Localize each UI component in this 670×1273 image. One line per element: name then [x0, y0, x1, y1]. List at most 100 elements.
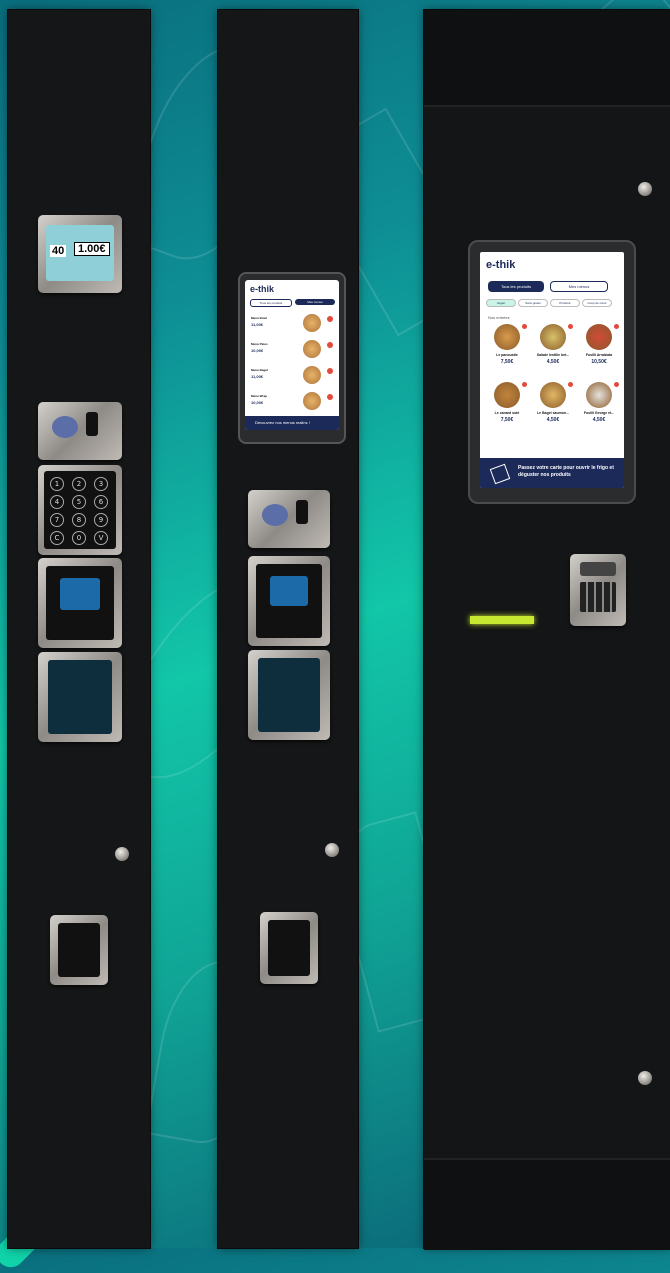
favorite-icon[interactable]: [568, 324, 573, 329]
keypad-key[interactable]: 0: [72, 531, 86, 545]
product-image[interactable]: [540, 324, 566, 350]
product-image[interactable]: [494, 382, 520, 408]
favorite-icon[interactable]: [568, 382, 573, 387]
add-item-icon[interactable]: [327, 342, 333, 348]
menu-item-image[interactable]: [303, 392, 321, 410]
keypad-key[interactable]: V: [94, 531, 108, 545]
favorite-icon[interactable]: [522, 324, 527, 329]
keypad-key[interactable]: 5: [72, 495, 86, 509]
keypad-key[interactable]: 6: [94, 495, 108, 509]
terminal-keys: [580, 582, 616, 612]
add-item-icon[interactable]: [327, 368, 333, 374]
filter-chip[interactable]: Coup de cœur: [582, 299, 612, 307]
favorite-icon[interactable]: [614, 324, 619, 329]
menu-item-name: Menu Bagel: [251, 368, 268, 372]
menu-item-price: 10,00€: [251, 400, 264, 405]
product-name: Salade lentille bet...: [536, 353, 570, 357]
menu-item-image[interactable]: [303, 340, 321, 358]
right-touch-screen-bezel: e-thik Tous les produits Mes menus Vegan…: [468, 240, 636, 504]
section-title: Nos entrées: [488, 315, 510, 320]
payment-terminal-left[interactable]: [38, 558, 122, 648]
keypad-panel: 123 456 789 C0V: [38, 465, 122, 555]
card-reader-slot-middle[interactable]: [248, 490, 330, 548]
favorite-icon[interactable]: [614, 382, 619, 387]
terminal-screen-right: [580, 562, 616, 576]
coin-display-panel: 40 1.00€: [38, 215, 122, 293]
keypad-key[interactable]: 2: [72, 477, 86, 491]
coin-display-screen: 40 1.00€: [46, 225, 114, 281]
product-name: Fusilli George et...: [583, 411, 615, 415]
menu-item-image[interactable]: [303, 314, 321, 332]
middle-screen-footer: Découvrez nos menus malins !: [245, 416, 339, 430]
terminal-screen-left: [60, 578, 100, 610]
display-count: 40: [50, 245, 67, 257]
product-price: 7,50€: [500, 359, 514, 365]
lock-icon[interactable]: [115, 847, 129, 861]
cabinet-bottom-band: [424, 1158, 670, 1250]
right-touch-screen[interactable]: e-thik Tous les produits Mes menus Vegan…: [480, 252, 624, 488]
product-name: Fusilli Arrabiata: [585, 353, 613, 357]
product-price: 10,50€: [591, 359, 607, 365]
middle-touch-screen[interactable]: e-thik Tous les produits Mes menus Menu …: [245, 280, 339, 430]
middle-footer-text: Découvrez nos menus malins !: [255, 420, 310, 425]
contactless-pad-left[interactable]: [38, 652, 122, 742]
menu-item-name: Menu Bowl: [251, 316, 267, 320]
payment-terminal-middle[interactable]: [248, 556, 330, 646]
right-screen-footer: Passez votre carte pour ouvrir le frigo …: [480, 458, 624, 488]
menu-item-price: 11,00€: [251, 374, 264, 379]
filter-chip[interactable]: Protéiné: [550, 299, 580, 307]
middle-touch-screen-bezel: e-thik Tous les produits Mes menus Menu …: [238, 272, 346, 444]
card-icon: [52, 416, 78, 438]
product-name: Le panoustie: [496, 353, 518, 357]
product-image[interactable]: [494, 324, 520, 350]
tab-all-products[interactable]: Tous les produits: [488, 281, 544, 292]
filter-chip[interactable]: Sans gluten: [518, 299, 548, 307]
card-reader-slot[interactable]: [38, 402, 122, 460]
keypad-key[interactable]: 3: [94, 477, 108, 491]
card-swipe-icon: [489, 463, 511, 485]
favorite-icon[interactable]: [522, 382, 527, 387]
lock-icon[interactable]: [325, 843, 339, 857]
brand-logo: e-thik: [486, 259, 516, 271]
product-image[interactable]: [540, 382, 566, 408]
left-vending-pillar: 40 1.00€ 123 456 789 C0V: [8, 10, 150, 1248]
menu-item-name: Menu Wrap: [251, 394, 268, 398]
keypad-key[interactable]: 4: [50, 495, 64, 509]
tab-my-menus[interactable]: Mes menus: [295, 299, 335, 305]
add-item-icon[interactable]: [327, 316, 333, 322]
menu-item-image[interactable]: [303, 366, 321, 384]
lock-icon[interactable]: [638, 182, 652, 196]
display-amount: 1.00€: [74, 242, 110, 256]
keypad-key[interactable]: 1: [50, 477, 64, 491]
keypad-key[interactable]: C: [50, 531, 64, 545]
right-footer-text: Passez votre carte pour ouvrir le frigo …: [518, 465, 614, 478]
coin-return-middle[interactable]: [260, 912, 318, 984]
keypad-key[interactable]: 8: [72, 513, 86, 527]
add-item-icon[interactable]: [327, 394, 333, 400]
right-fridge-cabinet: e-thik Tous les produits Mes menus Vegan…: [424, 10, 670, 1250]
lock-icon[interactable]: [638, 1071, 652, 1085]
product-name: Le canard soté: [494, 411, 520, 415]
middle-vending-pillar: e-thik Tous les produits Mes menus Menu …: [218, 10, 358, 1248]
card-slot: [86, 412, 98, 436]
brand-logo: e-thik: [250, 284, 275, 294]
menu-item-price: 11,00€: [251, 322, 264, 327]
keypad-key[interactable]: 9: [94, 513, 108, 527]
menu-item-price: 10,00€: [251, 348, 264, 353]
filter-chip[interactable]: Vegan: [486, 299, 516, 307]
coin-slot-light: [470, 616, 534, 624]
product-name: Le Bagel saumon...: [537, 411, 569, 415]
product-price: 4,50€: [546, 417, 560, 423]
tab-all-products[interactable]: Tous les produits: [250, 299, 292, 307]
product-image[interactable]: [586, 382, 612, 408]
keypad-key[interactable]: 7: [50, 513, 64, 527]
cabinet-top-band: [424, 10, 670, 107]
product-price: 4,50€: [546, 359, 560, 365]
product-price: 7,50€: [500, 417, 514, 423]
contactless-pad-middle[interactable]: [248, 650, 330, 740]
card-payment-terminal[interactable]: [570, 554, 626, 626]
coin-return-left[interactable]: [50, 915, 108, 985]
tab-my-menus[interactable]: Mes menus: [550, 281, 608, 292]
product-image[interactable]: [586, 324, 612, 350]
menu-item-name: Menu Pates: [251, 342, 268, 346]
